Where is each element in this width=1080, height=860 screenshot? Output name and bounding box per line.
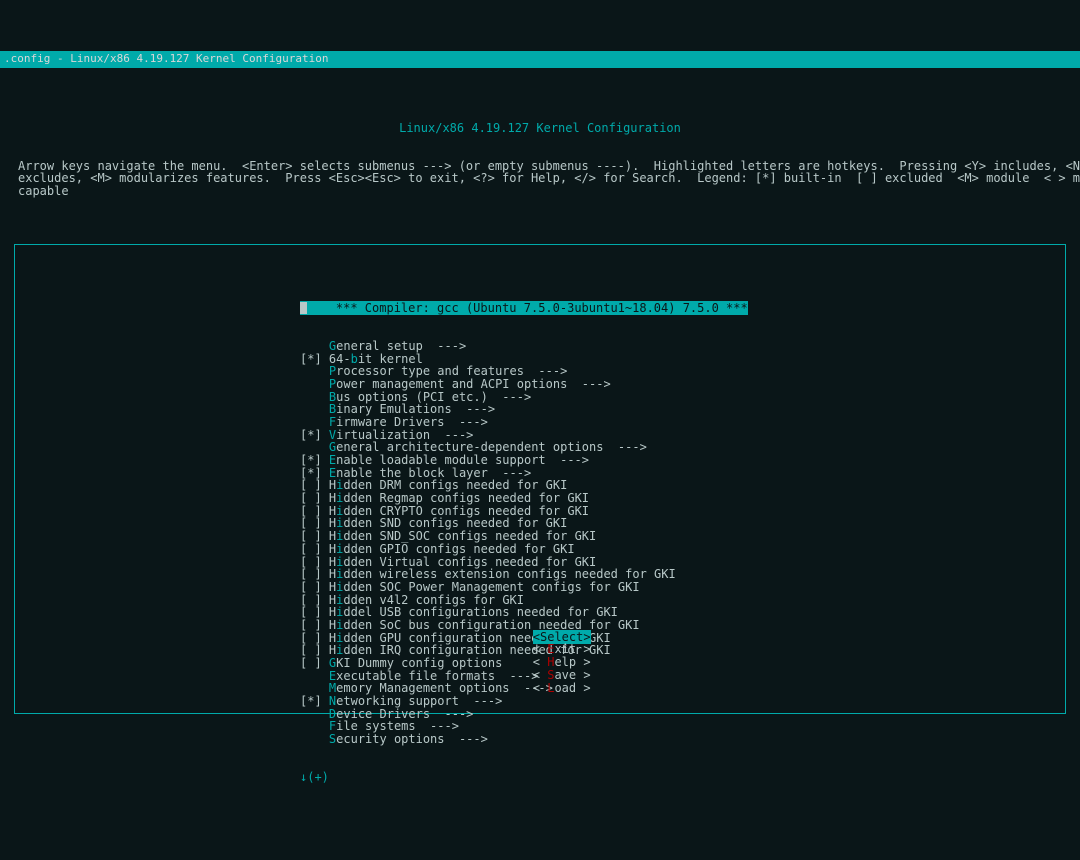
main-content: Linux/x86 4.19.127 Kernel Configuration … (0, 93, 1080, 726)
menu-hotkey: S (329, 732, 336, 746)
button-bar: <Select> < Exit > < Help > < Save > < Lo… (15, 618, 1065, 707)
menu-label: ecurity options ---> (336, 732, 488, 746)
page-title: Linux/x86 4.19.127 Kernel Configuration (6, 122, 1074, 135)
menu-box: *** Compiler: gcc (Ubuntu 7.5.0-3ubuntu1… (14, 244, 1066, 714)
load-button[interactable]: < Load > (533, 681, 591, 695)
menu-mark (300, 732, 329, 746)
help-text: Arrow keys navigate the menu. <Enter> se… (6, 160, 1074, 198)
more-indicator-icon: ↓(+) (300, 771, 1065, 784)
menu-list[interactable]: *** Compiler: gcc (Ubuntu 7.5.0-3ubuntu1… (15, 270, 1065, 809)
selected-label: *** Compiler: gcc (Ubuntu 7.5.0-3ubuntu1… (336, 301, 748, 315)
selected-prefix (307, 301, 336, 315)
window-titlebar: .config - Linux/x86 4.19.127 Kernel Conf… (0, 51, 1080, 68)
menu-item-compiler[interactable]: *** Compiler: gcc (Ubuntu 7.5.0-3ubuntu1… (300, 302, 1065, 315)
menu-item[interactable]: Security options ---> (300, 733, 1065, 746)
